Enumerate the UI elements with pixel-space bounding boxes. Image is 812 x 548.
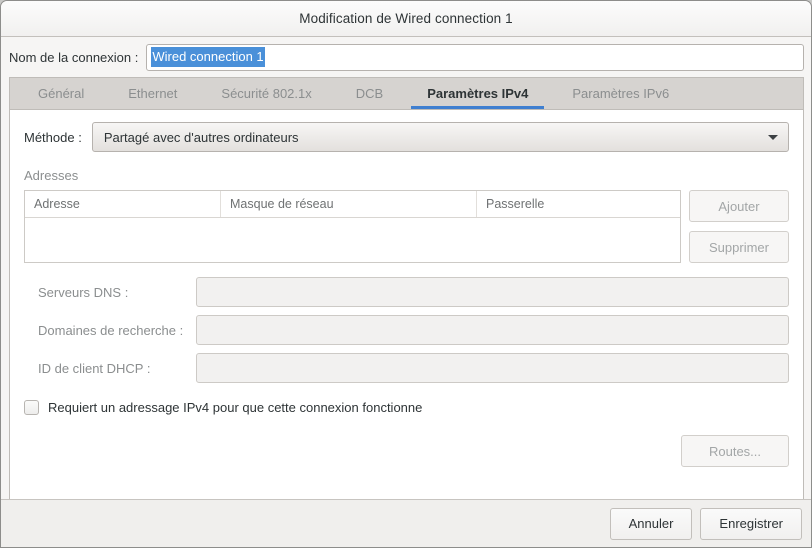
tab-ethernet[interactable]: Ethernet: [106, 78, 199, 109]
search-domains-row: Domaines de recherche :: [24, 315, 789, 345]
dhcp-client-id-input[interactable]: [196, 353, 789, 383]
dns-servers-row: Serveurs DNS :: [24, 277, 789, 307]
window-title: Modification de Wired connection 1: [299, 11, 513, 26]
routes-row: Routes...: [24, 435, 789, 467]
tab-general[interactable]: Général: [16, 78, 106, 109]
addresses-table-body: [25, 218, 680, 262]
column-header-gateway: Passerelle: [486, 197, 545, 211]
window-titlebar: Modification de Wired connection 1: [1, 1, 811, 37]
connection-name-label: Nom de la connexion :: [9, 49, 139, 65]
dns-servers-label: Serveurs DNS :: [38, 284, 129, 300]
chevron-down-icon: [768, 134, 778, 140]
settings-notebook: Général Ethernet Sécurité 802.1x DCB Par…: [9, 77, 804, 499]
addresses-buttons: Ajouter Supprimer: [689, 190, 789, 263]
method-label: Méthode :: [24, 129, 82, 145]
method-dropdown[interactable]: Partagé avec d'autres ordinateurs: [91, 122, 789, 152]
tab-ipv6-settings[interactable]: Paramètres IPv6: [550, 78, 691, 109]
delete-address-button[interactable]: Supprimer: [689, 231, 789, 263]
require-ipv4-checkbox[interactable]: [24, 400, 39, 415]
connection-name-input[interactable]: Wired connection 1: [146, 43, 804, 71]
addresses-area: Adresse Masque de réseau Passerelle Ajou…: [24, 190, 789, 263]
column-header-netmask: Masque de réseau: [221, 191, 477, 217]
connection-editor-window: Modification de Wired connection 1 Nom d…: [0, 0, 812, 548]
addresses-section-label: Adresses: [24, 168, 79, 183]
connection-name-row: Nom de la connexion : Wired connection 1: [1, 37, 811, 77]
dialog-action-bar: Annuler Enregistrer: [1, 499, 811, 547]
dhcp-client-id-label: ID de client DHCP :: [38, 360, 151, 376]
tab-bar: Général Ethernet Sécurité 802.1x DCB Par…: [10, 78, 803, 110]
save-button[interactable]: Enregistrer: [700, 507, 802, 540]
require-ipv4-label: Requiert un adressage IPv4 pour que cett…: [48, 400, 423, 415]
require-ipv4-row[interactable]: Requiert un adressage IPv4 pour que cett…: [24, 400, 789, 415]
add-address-button[interactable]: Ajouter: [689, 190, 789, 222]
tab-ipv4-settings[interactable]: Paramètres IPv4: [405, 78, 550, 109]
addresses-table[interactable]: Adresse Masque de réseau Passerelle: [24, 190, 681, 263]
cancel-button[interactable]: Annuler: [609, 507, 693, 540]
dhcp-client-id-row: ID de client DHCP :: [24, 353, 789, 383]
tab-security-802-1x[interactable]: Sécurité 802.1x: [199, 78, 333, 109]
addresses-table-header: Adresse Masque de réseau Passerelle: [25, 191, 680, 218]
routes-button[interactable]: Routes...: [681, 435, 789, 467]
connection-name-value: Wired connection 1: [151, 47, 265, 67]
column-header-address: Adresse: [25, 191, 221, 217]
search-domains-label: Domaines de recherche :: [38, 322, 184, 338]
method-selected-value: Partagé avec d'autres ordinateurs: [103, 129, 299, 145]
method-row: Méthode : Partagé avec d'autres ordinate…: [24, 122, 789, 152]
tab-dcb[interactable]: DCB: [334, 78, 405, 109]
ipv4-settings-page: Méthode : Partagé avec d'autres ordinate…: [10, 110, 803, 499]
dns-servers-input[interactable]: [196, 277, 789, 307]
search-domains-input[interactable]: [196, 315, 789, 345]
